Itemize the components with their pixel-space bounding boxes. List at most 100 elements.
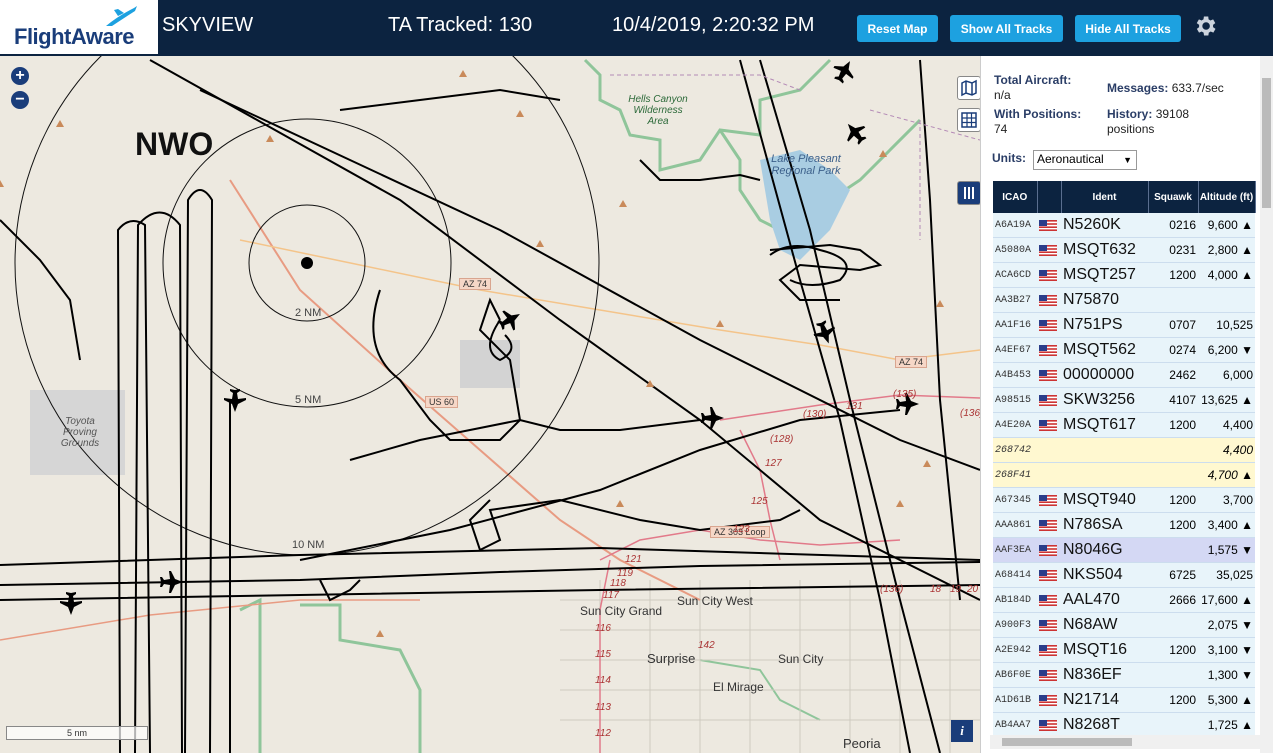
cell-ident (1061, 437, 1148, 463)
table-row[interactable]: A900F3 N68AW 2,075 ▼ (993, 612, 1255, 638)
road-label: US 60 (425, 396, 459, 408)
info-button[interactable]: i (951, 720, 973, 742)
cell-squawk: 1200 (1148, 512, 1198, 538)
table-row[interactable]: A4E20A MSQT617 1200 4,400 (993, 412, 1255, 438)
cell-flag (1037, 462, 1061, 488)
cell-squawk: 0274 (1148, 337, 1198, 363)
table-header-row: ICAO Ident Squawk Altitude (ft) (993, 181, 1256, 213)
table-row[interactable]: AB4AA7 N8268T 1,725 ▲ (993, 712, 1255, 738)
road-number: 142 (698, 640, 715, 651)
road-number: 131 (846, 401, 863, 412)
us-flag-icon (1039, 595, 1057, 607)
horizontal-scrollbar[interactable] (990, 735, 1260, 749)
table-row[interactable]: 268F41 4,700 ▲ (993, 462, 1255, 488)
plane-logo-icon (106, 6, 137, 26)
us-flag-icon (1039, 245, 1057, 257)
cell-flag (1037, 512, 1061, 538)
show-all-tracks-button[interactable]: Show All Tracks (950, 15, 1063, 42)
table-row[interactable]: A5080A MSQT632 0231 2,800 ▲ (993, 237, 1255, 263)
range-ring-label: 5 NM (295, 394, 322, 406)
messages-label: Messages: (1107, 81, 1169, 95)
table-row[interactable]: A98515 SKW3256 4107 13,625 ▲ (993, 387, 1255, 413)
table-row[interactable]: AB184D AAL470 2666 17,600 ▲ (993, 587, 1255, 613)
map-label-el-mirage: El Mirage (713, 680, 764, 694)
reset-map-button[interactable]: Reset Map (857, 15, 938, 42)
toggle-sidebar-button[interactable] (957, 181, 980, 205)
cell-ident: NKS504 (1061, 562, 1148, 588)
hide-all-tracks-button[interactable]: Hide All Tracks (1075, 15, 1181, 42)
cell-squawk (1148, 462, 1198, 488)
cell-icao: AB184D (993, 587, 1037, 613)
cell-squawk (1148, 612, 1198, 638)
cell-squawk (1148, 437, 1198, 463)
messages-value: 633.7/sec (1171, 81, 1224, 95)
units-label-text: Units: (992, 151, 1026, 165)
table-row[interactable]: AA3B27 N75870 (993, 287, 1255, 313)
cell-squawk: 2462 (1148, 362, 1198, 388)
table-row[interactable]: A1D61B N21714 1200 5,300 ▲ (993, 687, 1255, 713)
scroll-thumb[interactable] (1262, 78, 1271, 208)
cell-flag (1037, 637, 1061, 663)
cell-ident: MSQT562 (1061, 337, 1148, 363)
top-bar: FlightAware SKYVIEW TA Tracked: 130 10/4… (0, 0, 1273, 56)
col-flag[interactable] (1037, 181, 1062, 213)
cell-flag (1037, 312, 1061, 338)
table-row[interactable]: A4B453 00000000 2462 6,000 (993, 362, 1255, 388)
col-squawk[interactable]: Squawk (1148, 181, 1199, 213)
map-label-lake-pleasant: Lake Pleasant Regional Park (771, 153, 841, 177)
cell-icao: A4E20A (993, 412, 1037, 438)
road-number: 114 (595, 675, 611, 686)
map-label-sun-city-grand: Sun City Grand (580, 604, 663, 618)
zoom-out-button[interactable]: − (11, 91, 29, 109)
cell-squawk: 0707 (1148, 312, 1198, 338)
table-row[interactable]: A6A19A N5260K 0216 9,600 ▲ (993, 213, 1255, 238)
zoom-in-button[interactable]: + (11, 67, 29, 85)
cell-altitude: 6,200 ▼ (1198, 337, 1255, 363)
table-row[interactable]: AA1F16 N751PS 0707 10,525 (993, 312, 1255, 338)
table-row[interactable]: AAA861 N786SA 1200 3,400 ▲ (993, 512, 1255, 538)
cell-ident: N8046G (1061, 537, 1148, 563)
cell-icao: A4B453 (993, 362, 1037, 388)
cell-squawk: 1200 (1148, 262, 1198, 288)
vertical-scrollbar[interactable] (1260, 56, 1273, 753)
units-select[interactable]: Aeronautical ▼ (1033, 150, 1137, 170)
cell-flag (1037, 712, 1061, 738)
flightaware-logo[interactable]: FlightAware (0, 0, 158, 54)
cell-icao: 268F41 (993, 462, 1037, 488)
cell-icao: A5080A (993, 237, 1037, 263)
col-ident[interactable]: Ident (1061, 181, 1149, 213)
road-number: (135) (893, 389, 917, 400)
us-flag-icon (1039, 320, 1057, 332)
cell-icao: ACA6CD (993, 262, 1037, 288)
road-label: AZ 74 (459, 278, 492, 290)
table-row[interactable]: A68414 NKS504 6725 35,025 (993, 562, 1255, 588)
road-number: (136) (960, 408, 980, 419)
cell-icao: 268742 (993, 437, 1037, 463)
table-row[interactable]: A4EF67 MSQT562 0274 6,200 ▼ (993, 337, 1255, 363)
cell-altitude: 4,400 (1198, 437, 1255, 463)
map-view[interactable]: + − NWO 2 NM 5 NM 10 NM Hells Canyon Wil… (0, 56, 980, 753)
us-flag-icon (1039, 620, 1057, 632)
table-row[interactable]: AAF3EA N8046G 1,575 ▼ (993, 537, 1255, 563)
map-icon (961, 79, 977, 97)
col-altitude[interactable]: Altitude (ft) (1198, 181, 1256, 213)
table-row[interactable]: ACA6CD MSQT257 1200 4,000 ▲ (993, 262, 1255, 288)
table-row[interactable]: 268742 4,400 (993, 437, 1255, 463)
map-grid-button[interactable] (957, 108, 980, 132)
map-layers-button[interactable] (957, 76, 980, 100)
cell-ident: N786SA (1061, 512, 1148, 538)
col-icao[interactable]: ICAO (993, 181, 1038, 213)
cell-flag (1037, 487, 1061, 513)
scroll-thumb[interactable] (1002, 738, 1132, 746)
cell-ident: N836EF (1061, 662, 1148, 688)
total-aircraft: Total Aircraft: n/a (994, 73, 1094, 103)
table-row[interactable]: A2E942 MSQT16 1200 3,100 ▼ (993, 637, 1255, 663)
map-label-toyota: Toyota Proving Grounds (60, 416, 100, 449)
gear-icon[interactable] (1192, 13, 1218, 39)
table-row[interactable]: A67345 MSQT940 1200 3,700 (993, 487, 1255, 513)
table-row[interactable]: AB6F0E N836EF 1,300 ▼ (993, 662, 1255, 688)
cell-squawk (1148, 287, 1198, 313)
us-flag-icon (1039, 345, 1057, 357)
cell-flag (1037, 537, 1061, 563)
cell-icao: AAA861 (993, 512, 1037, 538)
